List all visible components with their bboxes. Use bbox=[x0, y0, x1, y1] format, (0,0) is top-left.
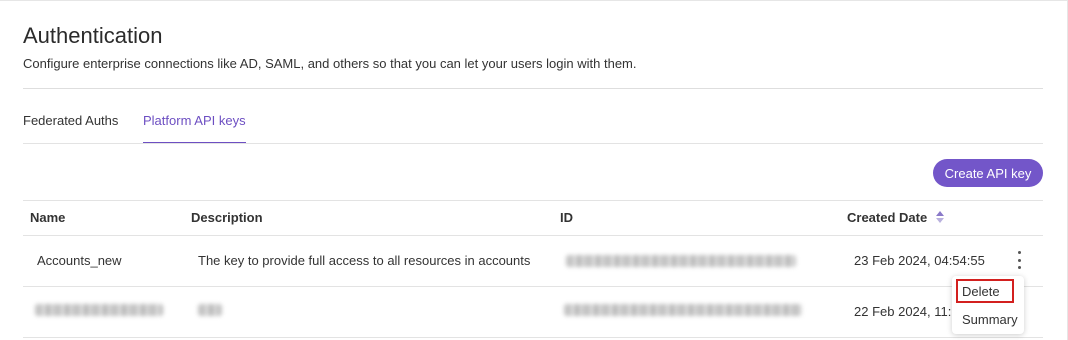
cell-id-redacted bbox=[566, 255, 796, 267]
column-header-description[interactable]: Description bbox=[191, 210, 263, 225]
tab-platform-api-keys[interactable]: Platform API keys bbox=[143, 113, 246, 144]
more-options-icon[interactable] bbox=[1014, 251, 1024, 269]
column-header-name[interactable]: Name bbox=[30, 210, 65, 225]
column-header-created-date-label: Created Date bbox=[847, 210, 928, 225]
cell-description: The key to provide full access to all re… bbox=[198, 253, 531, 268]
sort-icon[interactable] bbox=[935, 211, 944, 226]
table-border bbox=[23, 337, 1043, 338]
page-title: Authentication bbox=[23, 23, 163, 48]
table-row[interactable]: 22 Feb 2024, 11:1 bbox=[23, 287, 1043, 337]
create-api-key-button[interactable]: Create API key bbox=[933, 159, 1043, 187]
column-header-id[interactable]: ID bbox=[560, 210, 573, 225]
cell-created-date: 23 Feb 2024, 04:54:55 bbox=[854, 253, 985, 268]
divider bbox=[23, 143, 1043, 144]
cell-created-date: 22 Feb 2024, 11:1 bbox=[854, 304, 959, 319]
cell-name: Accounts_new bbox=[37, 253, 122, 268]
divider bbox=[23, 88, 1043, 89]
column-header-created-date[interactable]: Created Date bbox=[847, 210, 944, 226]
cell-description-redacted bbox=[198, 304, 222, 316]
table-border bbox=[23, 200, 1043, 201]
page-subtitle: Configure enterprise connections like AD… bbox=[23, 56, 637, 71]
table-row[interactable]: Accounts_new The key to provide full acc… bbox=[23, 236, 1043, 286]
cell-id-redacted bbox=[564, 304, 802, 316]
menu-item-delete[interactable]: Delete bbox=[956, 279, 1014, 303]
tab-federated-auths[interactable]: Federated Auths bbox=[23, 113, 118, 144]
cell-name-redacted bbox=[35, 304, 163, 316]
authentication-page: Authentication Configure enterprise conn… bbox=[0, 0, 1068, 340]
row-actions-menu: Delete Summary bbox=[952, 276, 1024, 334]
menu-item-summary[interactable]: Summary bbox=[952, 307, 1024, 331]
